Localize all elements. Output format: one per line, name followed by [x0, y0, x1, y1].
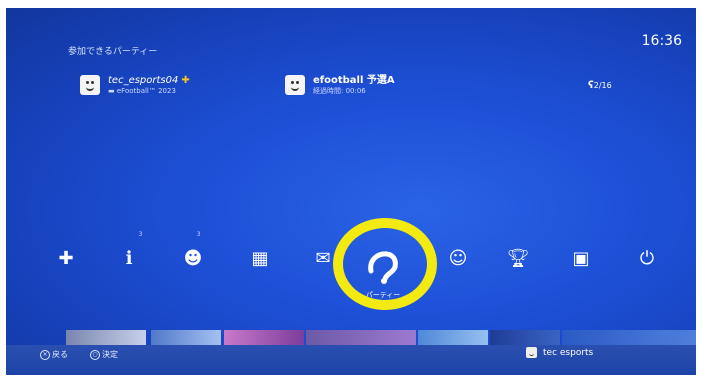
- clock: 16:36: [641, 33, 682, 49]
- joinable-parties-title: 参加できるパーティー: [68, 47, 158, 57]
- highlight-ring: [333, 218, 437, 310]
- trophies-icon[interactable]: 🏆︎: [503, 248, 533, 269]
- confirm-hint[interactable]: ○ 決定: [90, 349, 118, 360]
- back-hint[interactable]: × 戻る: [40, 349, 68, 360]
- party-info-card[interactable]: efootball 予選A 経過時間: 00:06: [285, 75, 395, 95]
- events-icon[interactable]: ▦: [245, 248, 275, 269]
- member-count: ʕ2/16: [588, 80, 612, 91]
- notifications-icon[interactable]: 3ℹ: [114, 231, 144, 269]
- settings-icon[interactable]: ▣: [566, 248, 596, 269]
- party-elapsed: 経過時間: 00:06: [313, 86, 366, 95]
- playstation-store-icon[interactable]: ✚: [51, 248, 81, 269]
- profile-icon[interactable]: ☺: [443, 248, 473, 269]
- power-icon[interactable]: ⏻: [632, 248, 662, 269]
- host-game: eFootball™ 2023: [116, 86, 176, 95]
- circle-button-icon: ×: [40, 349, 50, 360]
- plus-icon: ✚: [181, 75, 190, 87]
- ps4-home-screen: 16:36 参加できるパーティー tec_esports04 ✚ ▬ eFootb…: [6, 8, 696, 375]
- avatar: [285, 75, 305, 95]
- notification-badge: 3: [138, 231, 143, 238]
- controller-icon: ▬: [108, 86, 115, 95]
- party-host-card[interactable]: tec_esports04 ✚ ▬ eFootball™ 2023: [80, 75, 190, 95]
- friends-badge: 3: [196, 231, 201, 238]
- user-avatar-icon: [526, 347, 537, 358]
- host-name: tec_esports04: [108, 75, 179, 87]
- avatar: [80, 75, 100, 95]
- signed-in-user: tec esports: [526, 347, 593, 358]
- cross-button-icon: ○: [90, 349, 100, 360]
- friends-icon[interactable]: 3 ☻: [178, 231, 208, 269]
- party-name: efootball 予選A: [313, 75, 395, 87]
